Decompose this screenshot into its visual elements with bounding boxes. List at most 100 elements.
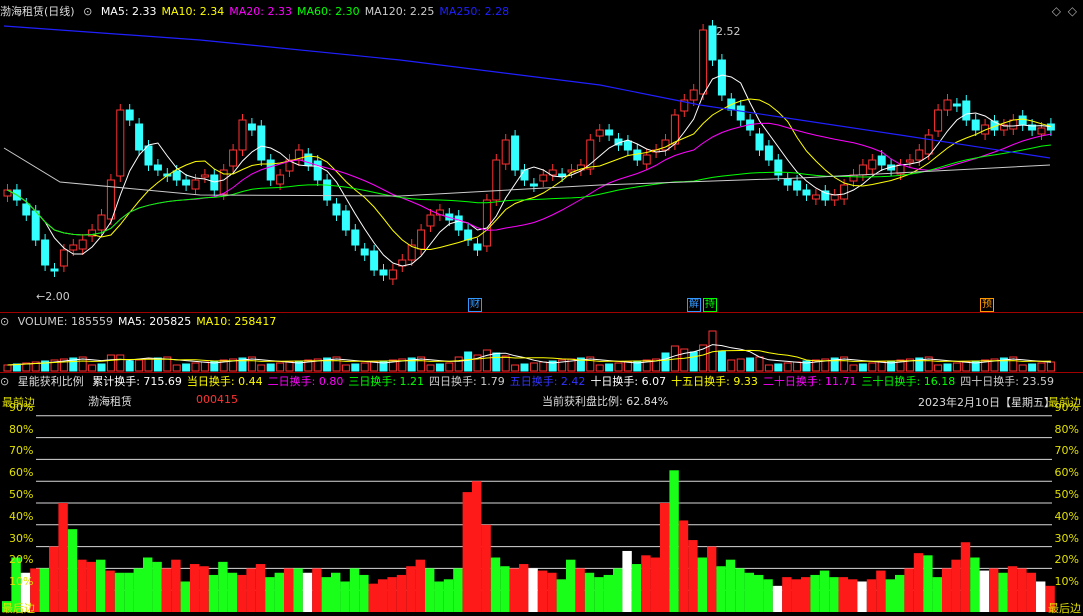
profit-bar [960,542,971,612]
profit-bar [246,568,256,612]
profit-bar [312,568,322,612]
profit-bar [218,561,228,612]
profit-bar [321,577,331,612]
profit-bar [547,572,557,612]
y-tick-label: 70% [1054,444,1079,458]
profit-bar [744,572,754,612]
profit-bar [970,557,980,612]
profit-bar [801,577,811,612]
profit-bar [114,572,125,612]
profit-bar [1036,581,1046,612]
profit-bar [462,492,472,612]
profit-bar [566,559,576,612]
profit-bar [904,568,914,612]
profit-bar [707,546,717,612]
panel-stock-name: 渤海租赁 [88,395,132,408]
y-tick-label: 30% [9,531,34,545]
profit-bar [293,568,303,612]
profit-bar [650,557,660,612]
profit-bar [133,568,143,612]
profit-bar [678,520,689,612]
profit-bar [124,572,134,612]
y-tick-label: 20% [9,553,34,567]
profit-bar [152,561,162,612]
y-tick-label: 40% [9,509,34,523]
profit-bar [998,572,1008,612]
profit-bar [255,564,266,612]
y-tick-label: 40% [1054,509,1079,523]
profit-ratio-text: 当前获利盘比例: 62.84% [542,395,669,408]
profit-bar [791,579,801,612]
profit-bar [1017,568,1027,612]
profit-bar [171,559,181,612]
profit-bar [481,524,491,612]
y-tick-label: 80% [1054,422,1079,436]
profit-bar [584,572,595,612]
profit-bar [979,570,989,612]
left-bottom-label: 最后边 [2,602,35,615]
y-tick-label: 90% [9,400,34,414]
profit-bar [782,577,792,612]
profit-bar [274,572,284,612]
profit-bar [340,581,350,612]
profit-bar [443,579,454,612]
profit-bar [105,570,115,612]
profit-bar [810,574,820,612]
profit-bar [490,557,501,612]
profit-bar [265,577,275,612]
profit-bar [697,557,707,612]
y-tick-label: 50% [9,488,34,501]
date-text: 2023年2月10日【星期五】 [918,396,1055,409]
profit-bar [772,585,783,612]
profit-bar [885,579,895,612]
y-tick-label: 60% [9,466,34,480]
profit-bar [669,470,679,612]
y-tick-label: 60% [1054,466,1079,480]
profit-bar [895,574,905,612]
profit-bar [58,503,68,612]
profit-bar [857,581,867,612]
profit-bar [1007,566,1018,612]
profit-bar [838,577,848,612]
profit-bar [613,568,623,612]
profit-bar [932,577,942,612]
profit-bar [725,559,736,612]
profit-bar [227,572,237,612]
profit-bar [876,570,886,612]
profit-bar [415,559,425,612]
profit-bar [368,583,378,612]
profit-bar [49,546,59,612]
profit-bar [349,568,360,612]
profit-bar [39,568,49,612]
profit-bar [923,555,933,612]
profit-bar [509,568,519,612]
profit-bar [434,581,444,612]
panel-stock-code: 000415 [196,393,238,406]
profit-bar [1026,572,1036,612]
profit-bar [190,564,200,612]
profit-ratio-chart[interactable] [0,0,1083,616]
y-tick-label: 20% [1054,553,1079,567]
y-tick-label: 50% [1054,488,1079,501]
profit-bar [688,540,698,612]
profit-bar [829,577,839,612]
profit-bar [989,568,999,612]
profit-bar [603,574,613,612]
profit-bar [622,550,632,612]
profit-bar [660,503,670,612]
profit-bar [472,481,482,612]
profit-bar [848,579,858,612]
y-tick-label: 90% [1054,400,1079,414]
profit-bar [951,559,961,612]
profit-bar [528,568,538,612]
profit-bar [199,566,209,612]
y-tick-label: 80% [9,422,34,436]
profit-bar [453,568,463,612]
profit-bar [302,572,313,612]
profit-bar [237,574,247,612]
profit-bar [396,574,407,612]
profit-bar [77,559,87,612]
profit-bar [284,568,294,612]
profit-bar [425,568,435,612]
profit-bar [575,568,585,612]
